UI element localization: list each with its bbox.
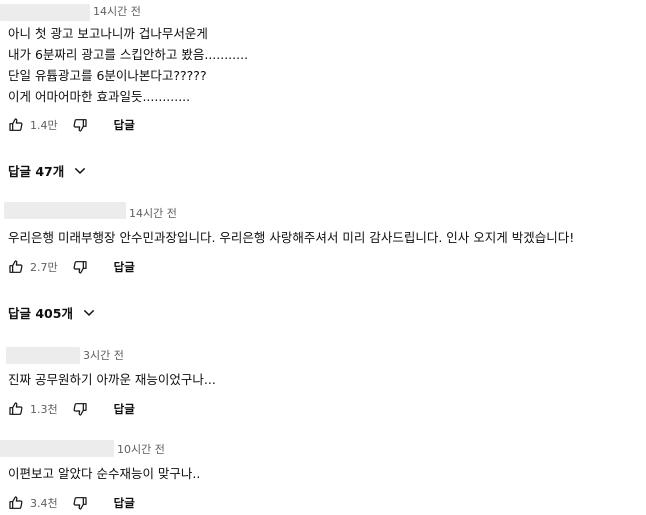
comment-actions: 3.4천 답글 (8, 493, 135, 513)
author-name-redacted[interactable] (0, 440, 114, 457)
comment-text-line: 우리은행 미래부행장 안수민과장입니다. 우리은행 사랑해주셔서 미리 감사드립… (8, 230, 575, 245)
thumbs-up-icon[interactable] (8, 495, 24, 511)
reply-button[interactable]: 답글 (114, 117, 135, 133)
like-count: 1.4만 (30, 119, 58, 132)
like-count: 3.4천 (30, 497, 58, 510)
chevron-down-icon (72, 163, 88, 179)
thumbs-up-icon[interactable] (8, 401, 24, 417)
comment-timestamp[interactable]: 3시간 전 (83, 349, 124, 363)
author-name-redacted[interactable] (0, 4, 90, 21)
view-replies-toggle[interactable]: 답글 405개 (8, 303, 97, 322)
thumbs-down-icon[interactable] (72, 495, 88, 511)
replies-count-label: 답글 405개 (8, 306, 73, 321)
comment-text-line: 단일 유튭광고를 6분이나본다고????? (8, 68, 207, 83)
thumbs-up-icon[interactable] (8, 259, 24, 275)
view-replies-toggle[interactable]: 답글 47개 (8, 161, 88, 180)
comment-text-line: 이편보고 알았다 순수재능이 맞구나.. (8, 466, 201, 481)
thumbs-up-icon[interactable] (8, 117, 24, 133)
reply-button[interactable]: 답글 (114, 259, 135, 275)
like-count: 1.3천 (30, 403, 58, 416)
comment-timestamp[interactable]: 14시간 전 (129, 207, 177, 221)
reply-button[interactable]: 답글 (114, 401, 135, 417)
comment-actions: 1.3천 답글 (8, 399, 135, 419)
comment-text-line: 진짜 공무원하기 아까운 재능이었구나... (8, 372, 216, 387)
comment-timestamp[interactable]: 10시간 전 (117, 443, 165, 457)
comment-text-line: 아니 첫 광고 보고나니까 겁나무서운게 (8, 26, 208, 41)
author-name-redacted[interactable] (6, 347, 80, 364)
thumbs-down-icon[interactable] (72, 401, 88, 417)
comment-timestamp[interactable]: 14시간 전 (93, 5, 141, 19)
replies-count-label: 답글 47개 (8, 164, 65, 179)
comment-text-line: 이게 어마어마한 효과일듯............ (8, 89, 191, 104)
comment-actions: 2.7만 답글 (8, 257, 135, 277)
reply-button[interactable]: 답글 (114, 495, 135, 511)
comment-text-line: 내가 6분짜리 광고를 스킵안하고 봤음........... (8, 47, 249, 62)
like-count: 2.7만 (30, 261, 58, 274)
chevron-down-icon (81, 305, 97, 321)
thumbs-down-icon[interactable] (72, 259, 88, 275)
thumbs-down-icon[interactable] (72, 117, 88, 133)
author-name-redacted[interactable] (4, 202, 126, 219)
comment-actions: 1.4만 답글 (8, 115, 135, 135)
